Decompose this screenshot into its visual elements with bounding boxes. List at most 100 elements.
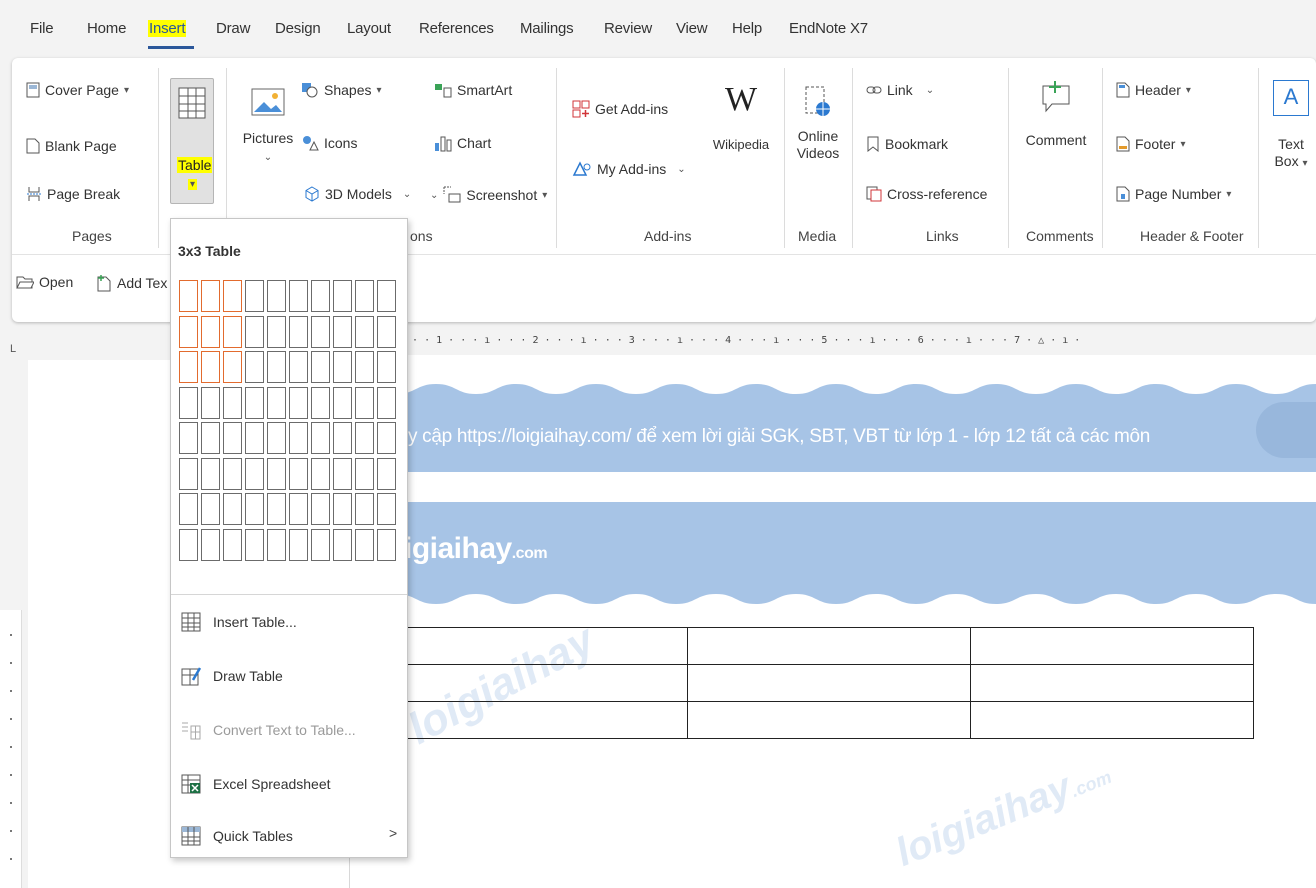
table-grid-cell[interactable]	[201, 315, 220, 348]
table-grid-cell[interactable]	[377, 351, 396, 383]
table-grid-cell[interactable]	[245, 528, 264, 561]
footer-button[interactable]: Footer ▾	[1116, 136, 1186, 152]
tab-layout[interactable]: Layout	[347, 20, 391, 37]
ruler-tab-selector[interactable]: L	[10, 343, 16, 355]
table-grid-cell[interactable]	[355, 315, 374, 348]
wikipedia-button[interactable]: W Wikipedia	[706, 80, 776, 153]
table-grid-cell[interactable]	[289, 315, 308, 348]
bookmark-button[interactable]: Bookmark	[866, 136, 948, 152]
table-grid-cell[interactable]	[201, 386, 220, 419]
table-grid-cell[interactable]	[355, 386, 374, 419]
pictures-button[interactable]: Pictures ⌄	[240, 88, 296, 163]
tab-mailings[interactable]: Mailings	[520, 20, 574, 37]
table-grid-cell[interactable]	[223, 280, 242, 312]
insert-table-menu-item[interactable]: Insert Table...	[181, 612, 297, 632]
table-cell[interactable]	[687, 664, 971, 702]
table-grid-cell[interactable]	[179, 315, 198, 348]
table-grid-cell[interactable]	[267, 386, 286, 419]
table-grid-cell[interactable]	[289, 457, 308, 490]
add-text-button[interactable]: Add Tex	[96, 274, 167, 292]
table-grid-cell[interactable]	[289, 280, 308, 312]
get-addins-button[interactable]: Get Add-ins	[572, 100, 668, 118]
icons-button[interactable]: Icons	[301, 134, 357, 152]
page-break-button[interactable]: Page Break	[26, 186, 120, 202]
table-grid-cell[interactable]	[289, 351, 308, 383]
table-grid-cell[interactable]	[179, 493, 198, 525]
table-grid-cell[interactable]	[333, 351, 352, 383]
table-grid-cell[interactable]	[311, 493, 330, 525]
table-grid-cell[interactable]	[311, 315, 330, 348]
table-grid-cell[interactable]	[377, 280, 396, 312]
table-grid-cell[interactable]	[223, 493, 242, 525]
table-grid-cell[interactable]	[179, 528, 198, 561]
chart-button[interactable]: Chart	[434, 134, 491, 152]
smartart-button[interactable]: SmartArt	[434, 82, 512, 98]
table-grid-cell[interactable]	[311, 351, 330, 383]
cross-reference-button[interactable]: Cross-reference	[866, 186, 987, 202]
table-grid-cell[interactable]	[179, 457, 198, 490]
convert-text-to-table-menu-item[interactable]: Convert Text to Table...	[181, 720, 356, 740]
table-grid-cell[interactable]	[311, 457, 330, 490]
tab-view[interactable]: View	[676, 20, 708, 37]
page-number-button[interactable]: Page Number ▾	[1116, 186, 1231, 202]
excel-spreadsheet-menu-item[interactable]: Excel Spreadsheet	[181, 774, 331, 794]
table-grid-cell[interactable]	[245, 386, 264, 419]
table-grid-cell[interactable]	[289, 422, 308, 454]
table-grid-cell[interactable]	[311, 386, 330, 419]
header-button[interactable]: Header ▾	[1116, 82, 1191, 98]
tab-insert[interactable]: Insert	[148, 20, 187, 37]
table-grid-cell[interactable]	[355, 457, 374, 490]
tab-design[interactable]: Design	[275, 20, 321, 37]
table-grid-cell[interactable]	[311, 280, 330, 312]
table-grid-cell[interactable]	[333, 422, 352, 454]
table-grid-cell[interactable]	[333, 386, 352, 419]
tab-file[interactable]: File	[30, 20, 54, 37]
table-button[interactable]: Table ▾	[170, 78, 214, 204]
tab-references[interactable]: References	[419, 20, 494, 37]
shapes-button[interactable]: Shapes ▾	[301, 82, 382, 98]
tab-endnote[interactable]: EndNote X7	[789, 20, 868, 37]
table-grid-cell[interactable]	[201, 528, 220, 561]
table-grid-cell[interactable]	[267, 280, 286, 312]
cover-page-button[interactable]: Cover Page ▾	[26, 82, 129, 98]
online-videos-button[interactable]: Online Videos	[790, 86, 846, 162]
open-button[interactable]: Open	[16, 274, 73, 290]
table-grid-cell[interactable]	[223, 315, 242, 348]
table-grid-cell[interactable]	[355, 351, 374, 383]
tab-help[interactable]: Help	[732, 20, 762, 37]
table-grid-cell[interactable]	[201, 280, 220, 312]
table-cell[interactable]	[395, 664, 688, 702]
table-grid-cell[interactable]	[267, 457, 286, 490]
table-cell[interactable]	[687, 701, 971, 739]
table-grid-cell[interactable]	[245, 457, 264, 490]
blank-page-button[interactable]: Blank Page	[26, 138, 117, 154]
table-grid-cell[interactable]	[179, 386, 198, 419]
vertical-ruler[interactable]	[0, 610, 22, 888]
table-grid-cell[interactable]	[201, 351, 220, 383]
my-addins-button[interactable]: My Add-ins ⌄	[572, 160, 686, 178]
table-grid-cell[interactable]	[311, 528, 330, 561]
table-grid-cell[interactable]	[333, 457, 352, 490]
document-table[interactable]	[395, 627, 1254, 739]
table-grid-cell[interactable]	[377, 315, 396, 348]
table-grid-cell[interactable]	[267, 351, 286, 383]
quick-tables-menu-item[interactable]: Quick Tables	[181, 826, 293, 846]
tab-draw[interactable]: Draw	[216, 20, 250, 37]
table-cell[interactable]	[395, 627, 688, 665]
table-cell[interactable]	[970, 664, 1254, 702]
table-grid-cell[interactable]	[223, 351, 242, 383]
table-grid-cell[interactable]	[179, 280, 198, 312]
table-grid-cell[interactable]	[333, 315, 352, 348]
table-grid-cell[interactable]	[245, 493, 264, 525]
table-grid-cell[interactable]	[201, 422, 220, 454]
table-grid-cell[interactable]	[377, 422, 396, 454]
table-grid-cell[interactable]	[377, 528, 396, 561]
table-grid-cell[interactable]	[267, 528, 286, 561]
table-cell[interactable]	[970, 701, 1254, 739]
text-box-button[interactable]: A Text Box ▾	[1266, 80, 1316, 172]
table-grid-cell[interactable]	[245, 422, 264, 454]
table-grid-cell[interactable]	[201, 457, 220, 490]
table-cell[interactable]	[395, 701, 688, 739]
horizontal-ruler[interactable]: · · · 1 · · · ı · · · 2 · · · ı · · · 3 …	[400, 335, 1316, 353]
table-grid-cell[interactable]	[267, 422, 286, 454]
